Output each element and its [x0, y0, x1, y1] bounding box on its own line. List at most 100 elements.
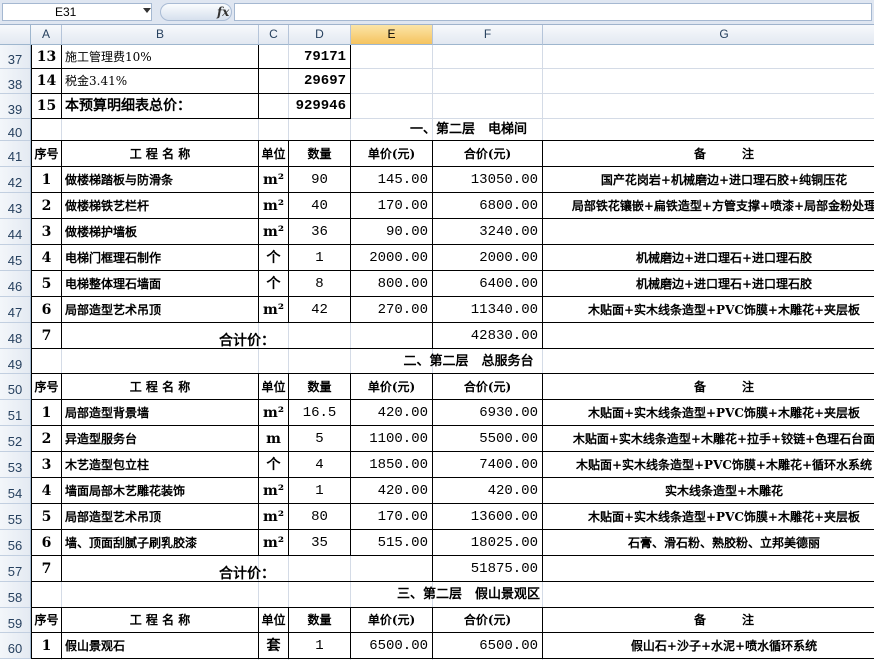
- row-header-40[interactable]: 40: [0, 119, 31, 141]
- column-header-e[interactable]: E: [351, 25, 433, 45]
- header-no[interactable]: 序号: [31, 608, 62, 633]
- header-name[interactable]: 工 程 名 称: [62, 374, 259, 400]
- item-unit-cell[interactable]: 套: [259, 633, 289, 659]
- column-header-c[interactable]: C: [259, 25, 289, 45]
- item-no-cell[interactable]: 5: [31, 271, 62, 297]
- column-header-b[interactable]: B: [62, 25, 259, 45]
- header-no[interactable]: 序号: [31, 141, 62, 167]
- item-price-cell[interactable]: 90.00: [351, 219, 433, 245]
- item-amount-cell[interactable]: 6400.00: [433, 271, 543, 297]
- item-unit-cell[interactable]: 个: [259, 271, 289, 297]
- row-header-53[interactable]: 53: [0, 452, 31, 478]
- row-header-37[interactable]: 37: [0, 45, 31, 69]
- row-header-60[interactable]: 60: [0, 633, 31, 659]
- row-header-47[interactable]: 47: [0, 297, 31, 323]
- column-header-d[interactable]: D: [289, 25, 351, 45]
- item-amount-cell[interactable]: 5500.00: [433, 426, 543, 452]
- item-name-cell[interactable]: 税金3.41%: [62, 69, 259, 94]
- item-note-cell[interactable]: 机械磨边+进口理石+进口理石胶: [543, 271, 874, 297]
- row-header-55[interactable]: 55: [0, 504, 31, 530]
- row-header-44[interactable]: 44: [0, 219, 31, 245]
- total-no-cell[interactable]: 7: [31, 556, 62, 582]
- item-qty-cell[interactable]: 1: [289, 245, 351, 271]
- index-cell[interactable]: 14: [31, 69, 62, 94]
- item-note-cell[interactable]: 木贴面+实木线条造型+PVC饰膜+木雕花+夹层板: [543, 400, 874, 426]
- item-unit-cell[interactable]: m²: [259, 400, 289, 426]
- row-header-58[interactable]: 58: [0, 582, 31, 608]
- index-cell[interactable]: 15: [31, 94, 62, 119]
- item-amount-cell[interactable]: 2000.00: [433, 245, 543, 271]
- item-amount-cell[interactable]: 420.00: [433, 478, 543, 504]
- item-note-cell[interactable]: 木贴面+实木线条造型+木雕花+拉手+铰链+色理石台面: [543, 426, 874, 452]
- item-name-cell[interactable]: 做楼梯踏板与防滑条: [62, 167, 259, 193]
- item-no-cell[interactable]: 4: [31, 478, 62, 504]
- total-amount-cell[interactable]: 51875.00: [433, 556, 543, 582]
- item-price-cell[interactable]: 1850.00: [351, 452, 433, 478]
- item-qty-cell[interactable]: 90: [289, 167, 351, 193]
- function-icon[interactable]: fx: [217, 4, 229, 20]
- item-unit-cell[interactable]: m²: [259, 193, 289, 219]
- item-amount-cell[interactable]: 13600.00: [433, 504, 543, 530]
- item-qty-cell[interactable]: 1: [289, 478, 351, 504]
- item-note-cell[interactable]: 机械磨边+进口理石+进口理石胶: [543, 245, 874, 271]
- row-header-49[interactable]: 49: [0, 349, 31, 374]
- row-header-45[interactable]: 45: [0, 245, 31, 271]
- header-qty[interactable]: 数量: [289, 608, 351, 633]
- row-header-54[interactable]: 54: [0, 478, 31, 504]
- item-no-cell[interactable]: 6: [31, 297, 62, 323]
- item-price-cell[interactable]: 515.00: [351, 530, 433, 556]
- item-no-cell[interactable]: 5: [31, 504, 62, 530]
- total-note-cell[interactable]: [543, 323, 874, 349]
- item-amount-cell[interactable]: 7400.00: [433, 452, 543, 478]
- item-name-cell[interactable]: 施工管理费10%: [62, 45, 259, 69]
- item-price-cell[interactable]: 420.00: [351, 400, 433, 426]
- item-amount-cell[interactable]: 18025.00: [433, 530, 543, 556]
- cell-grid[interactable]: 13 施工管理费10% 79171 14 税金3.41% 29697 15 本预算明细表总价：…: [31, 45, 874, 660]
- total-amount-cell[interactable]: 42830.00: [433, 323, 543, 349]
- header-no[interactable]: 序号: [31, 374, 62, 400]
- row-header-42[interactable]: 42: [0, 167, 31, 193]
- row-header-59[interactable]: 59: [0, 608, 31, 633]
- section-title[interactable]: 一、第二层 电梯间: [31, 119, 874, 141]
- item-note-cell[interactable]: 木贴面+实木线条造型+PVC饰膜+木雕花+循环水系统: [543, 452, 874, 478]
- column-header-f[interactable]: F: [433, 25, 543, 45]
- row-header-39[interactable]: 39: [0, 94, 31, 119]
- item-qty-cell[interactable]: 1: [289, 633, 351, 659]
- item-unit-cell[interactable]: m²: [259, 478, 289, 504]
- total-note-cell[interactable]: [543, 556, 874, 582]
- select-all-corner[interactable]: [0, 25, 31, 45]
- item-name-cell[interactable]: 局部造型背景墙: [62, 400, 259, 426]
- header-unit[interactable]: 单位: [259, 374, 289, 400]
- item-price-cell[interactable]: 420.00: [351, 478, 433, 504]
- section-title[interactable]: 二、第二层 总服务台: [31, 349, 874, 374]
- item-note-cell[interactable]: 木贴面+实木线条造型+PVC饰膜+木雕花+夹层板: [543, 297, 874, 323]
- item-qty-cell[interactable]: 4: [289, 452, 351, 478]
- item-note-cell[interactable]: 假山石+沙子+水泥+喷水循环系统: [543, 633, 874, 659]
- header-amount[interactable]: 合价(元): [433, 374, 543, 400]
- item-no-cell[interactable]: 1: [31, 400, 62, 426]
- item-qty-cell[interactable]: 16.5: [289, 400, 351, 426]
- item-no-cell[interactable]: 2: [31, 193, 62, 219]
- item-name-cell[interactable]: 墙面局部木艺雕花装饰: [62, 478, 259, 504]
- total-label-cell[interactable]: 合计价：: [62, 556, 433, 582]
- item-unit-cell[interactable]: m²: [259, 297, 289, 323]
- header-price[interactable]: 单价(元): [351, 141, 433, 167]
- total-value-cell[interactable]: 929946: [259, 94, 351, 119]
- header-qty[interactable]: 数量: [289, 374, 351, 400]
- section-title[interactable]: 三、第二层 假山景观区: [31, 582, 874, 608]
- item-amount-cell[interactable]: 6500.00: [433, 633, 543, 659]
- item-name-cell[interactable]: 电梯门框理石制作: [62, 245, 259, 271]
- item-price-cell[interactable]: 145.00: [351, 167, 433, 193]
- row-header-57[interactable]: 57: [0, 556, 31, 582]
- item-unit-cell[interactable]: 个: [259, 245, 289, 271]
- header-note[interactable]: 备 注: [543, 374, 874, 400]
- item-note-cell[interactable]: 木贴面+实木线条造型+PVC饰膜+木雕花+夹层板: [543, 504, 874, 530]
- item-price-cell[interactable]: 270.00: [351, 297, 433, 323]
- item-unit-cell[interactable]: m²: [259, 167, 289, 193]
- item-qty-cell[interactable]: 35: [289, 530, 351, 556]
- header-amount[interactable]: 合价(元): [433, 141, 543, 167]
- item-unit-cell[interactable]: 个: [259, 452, 289, 478]
- item-unit-cell[interactable]: m²: [259, 219, 289, 245]
- item-price-cell[interactable]: 6500.00: [351, 633, 433, 659]
- item-name-cell[interactable]: 电梯整体理石墙面: [62, 271, 259, 297]
